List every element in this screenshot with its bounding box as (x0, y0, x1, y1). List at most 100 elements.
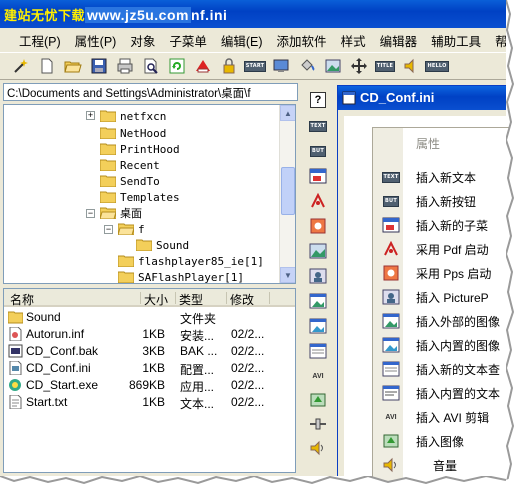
folder-tree[interactable]: + netfxcn NetHood PrintHood Recent SendT… (3, 104, 296, 284)
menu-properties[interactable]: 属性(P) (68, 31, 124, 50)
paint-bucket-icon[interactable] (296, 55, 318, 77)
menu-item-volume[interactable]: 音量 (373, 453, 516, 477)
collapse-toggle-f[interactable]: − (104, 225, 113, 234)
pdf-icon[interactable] (307, 191, 329, 211)
button-icon[interactable]: BUT (307, 141, 329, 161)
green-image-icon[interactable] (307, 390, 329, 410)
menu-item-insert-text[interactable]: TEXT 插入新文本 (373, 165, 516, 189)
save-icon[interactable] (88, 55, 110, 77)
menu-tools[interactable]: 辅助工具 (424, 31, 488, 50)
internal-image-icon[interactable] (307, 316, 329, 336)
menu-item-properties[interactable]: 属性 (373, 131, 516, 155)
menu-item-insert-avi[interactable]: AVI 插入 AVI 剪辑 (373, 405, 516, 429)
menu-item-pdf-launch[interactable]: 采用 Pdf 启动 (373, 237, 516, 261)
menu-item-insert-text-viewer[interactable]: 插入新的文本查 (373, 357, 516, 381)
menu-add-software[interactable]: 添加软件 (270, 31, 334, 50)
scroll-thumb[interactable] (281, 167, 295, 215)
menu-editor[interactable]: 编辑器 (373, 31, 425, 50)
title-bar[interactable]: 建站无忧下载 www.jz5u.com nf.ini (0, 0, 506, 28)
menu-item-label: 采用 Pps 启动 (416, 266, 492, 281)
expand-toggle-netfxcn[interactable]: + (86, 111, 95, 120)
tree-item[interactable]: SAFlashPlayer[1] (118, 269, 244, 283)
hello-icon[interactable]: HELLO (425, 55, 449, 77)
submenu-icon[interactable] (307, 166, 329, 186)
column-divider[interactable] (140, 292, 141, 304)
bookmark-icon[interactable] (192, 55, 214, 77)
open-folder-icon[interactable] (62, 55, 84, 77)
start-icon[interactable]: START (243, 55, 267, 77)
menu-item-insert-submenu[interactable]: 插入新的子菜 (373, 213, 516, 237)
tree-item-label: flashplayer85_ie[1] (138, 254, 264, 268)
tree-item[interactable]: NetHood (100, 125, 166, 141)
menu-item-insert-internal-image[interactable]: 插入内置的图像 (373, 333, 516, 357)
scroll-down-icon[interactable]: ▼ (280, 267, 295, 283)
column-divider[interactable] (269, 292, 270, 304)
external-image-icon[interactable] (307, 291, 329, 311)
bak-file-icon (8, 344, 23, 358)
volume-icon[interactable] (307, 438, 329, 458)
picture-icon[interactable] (322, 55, 344, 77)
print-icon[interactable] (114, 55, 136, 77)
menu-item-insert-external-image[interactable]: 插入外部的图像 (373, 309, 516, 333)
object-palette: ? TEXT BUT AVI (303, 84, 333, 476)
title-suffix: nf.ini (190, 7, 228, 23)
refresh-icon[interactable] (166, 55, 188, 77)
menu-item-pps-launch[interactable]: 采用 Pps 启动 (373, 261, 516, 285)
print-preview-icon[interactable] (140, 55, 162, 77)
menu-item-label: 属性 (416, 136, 441, 151)
new-file-icon[interactable] (36, 55, 58, 77)
menu-item-insert-internal-text[interactable]: 插入内置的文本 (373, 381, 516, 405)
menu-item-insert-image[interactable]: 插入图像 (373, 429, 516, 453)
slider-icon[interactable] (307, 414, 329, 434)
column-divider[interactable] (226, 292, 227, 304)
menu-help[interactable]: 帮 (488, 31, 506, 50)
column-size[interactable]: 大小 (144, 291, 168, 308)
picture-icon[interactable] (307, 241, 329, 261)
menu-object[interactable]: 对象 (123, 31, 162, 50)
image-icon[interactable] (307, 266, 329, 286)
text-icon[interactable]: TEXT (307, 116, 329, 136)
menu-submenu[interactable]: 子菜单 (162, 31, 214, 50)
column-divider[interactable] (175, 292, 176, 304)
collapse-toggle-desktop[interactable]: − (86, 209, 95, 218)
help-icon[interactable]: ? (307, 90, 329, 110)
child-window-title-bar[interactable]: CD_Conf.ini (338, 86, 506, 110)
menu-item-insert-button[interactable]: BUT 插入新按钮 (373, 189, 516, 213)
tree-item[interactable]: Recent (100, 157, 160, 173)
tree-item[interactable]: 桌面 (100, 205, 142, 221)
tree-item[interactable]: Sound (136, 237, 189, 253)
file-type: 文件夹 (180, 312, 217, 326)
file-list[interactable]: 名称 大小 类型 修改 Sound 文件夹 Autorun.inf 1KB 安装… (3, 288, 296, 473)
column-modified[interactable]: 修改 (230, 291, 254, 308)
table-row[interactable]: Sound 文件夹 (4, 309, 295, 326)
text-viewer-icon[interactable] (307, 341, 329, 361)
table-row[interactable]: CD_Conf.bak 3KB BAK ... 02/2... (4, 343, 295, 360)
speaker-icon[interactable] (400, 55, 422, 77)
table-row[interactable]: Start.txt 1KB 文本... 02/2... (4, 394, 295, 411)
monitor-icon[interactable] (270, 55, 292, 77)
menu-edit[interactable]: 编辑(E) (214, 31, 270, 50)
tree-item[interactable]: PrintHood (100, 141, 180, 157)
tree-item[interactable]: netfxcn (100, 108, 166, 124)
column-type[interactable]: 类型 (179, 291, 203, 308)
tree-scrollbar[interactable]: ▲ ▼ (279, 105, 295, 283)
tree-item[interactable]: SendTo (100, 173, 160, 189)
path-field[interactable]: C:\Documents and Settings\Administrator\… (3, 83, 298, 101)
move-icon[interactable] (348, 55, 370, 77)
lock-icon[interactable] (218, 55, 240, 77)
avi-icon[interactable]: AVI (307, 366, 329, 386)
menu-style[interactable]: 样式 (334, 31, 373, 50)
tree-item-selected[interactable]: f (118, 221, 145, 237)
tree-item[interactable]: flashplayer85_ie[1] (118, 253, 264, 269)
title-icon[interactable]: TITLE (374, 55, 396, 77)
table-row[interactable]: CD_Start.exe 869KB 应用... 02/2... (4, 377, 295, 394)
column-name[interactable]: 名称 (10, 291, 34, 308)
pps-icon[interactable] (307, 216, 329, 236)
menu-project[interactable]: 工程(P) (12, 31, 68, 50)
tree-item[interactable]: Templates (100, 189, 180, 205)
scroll-up-icon[interactable]: ▲ (280, 105, 295, 121)
wand-icon[interactable] (10, 55, 32, 77)
table-row[interactable]: CD_Conf.ini 1KB 配置... 02/2... (4, 360, 295, 377)
table-row[interactable]: Autorun.inf 1KB 安装... 02/2... (4, 326, 295, 343)
menu-item-insert-picturep[interactable]: 插入 PictureP (373, 285, 516, 309)
